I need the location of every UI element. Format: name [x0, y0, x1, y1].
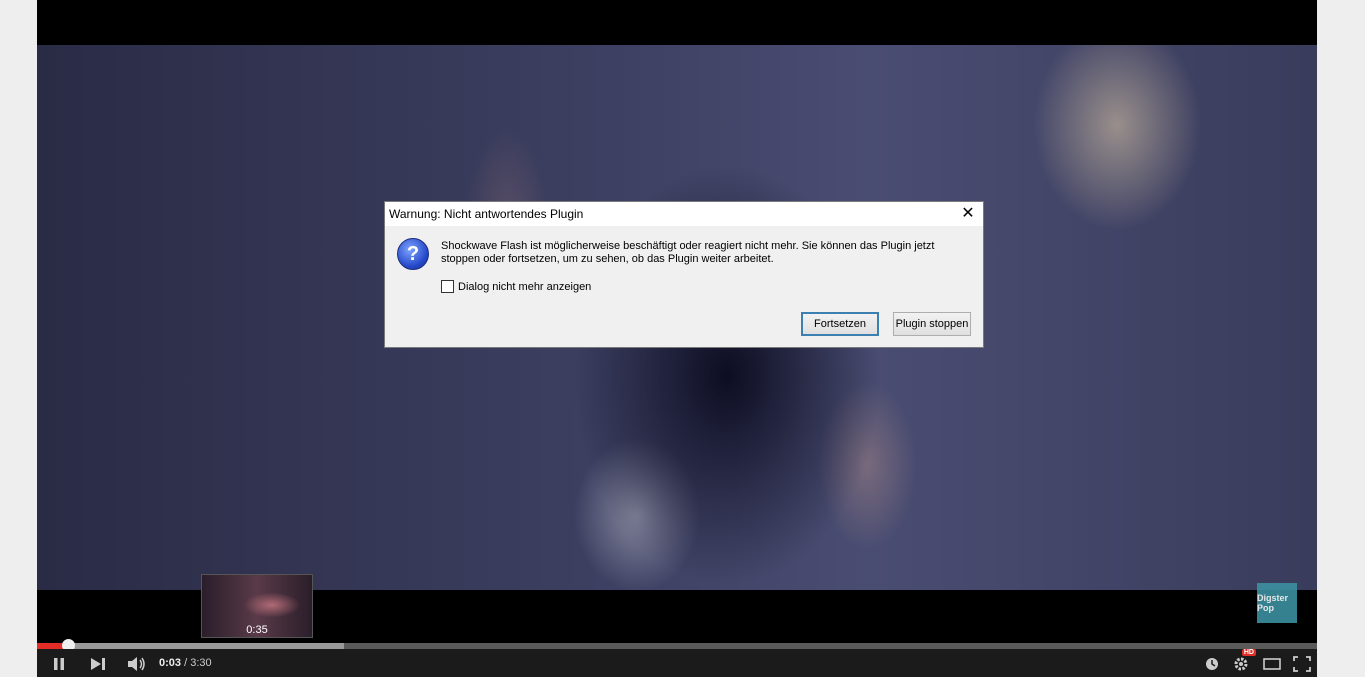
watch-later-icon: [1206, 658, 1218, 670]
checkbox-box[interactable]: [441, 280, 454, 293]
close-icon[interactable]: ✕: [959, 205, 977, 223]
theater-mode-icon: [1263, 658, 1281, 670]
stop-plugin-button[interactable]: Plugin stoppen: [893, 312, 971, 336]
continue-button[interactable]: Fortsetzen: [801, 312, 879, 336]
next-icon: [91, 658, 105, 670]
seek-preview-thumbnail: 0:35: [201, 574, 313, 638]
question-icon: ?: [397, 238, 429, 270]
watch-later-button[interactable]: [1202, 653, 1222, 675]
current-time: 0:03: [159, 657, 182, 669]
volume-icon: [128, 657, 145, 671]
dialog-title: Warnung: Nicht antwortendes Plugin: [389, 207, 584, 221]
checkbox-label: Dialog nicht mehr anzeigen: [458, 280, 592, 293]
channel-watermark[interactable]: Digster Pop: [1257, 583, 1297, 623]
gear-icon: [1234, 657, 1248, 671]
unresponsive-plugin-dialog: Warnung: Nicht antwortendes Plugin ✕ ? S…: [384, 201, 984, 348]
dialog-message: Shockwave Flash ist möglicherweise besch…: [441, 240, 935, 265]
theater-mode-button[interactable]: [1261, 653, 1283, 675]
mute-button[interactable]: [126, 653, 148, 675]
dialog-titlebar: Warnung: Nicht antwortendes Plugin ✕: [385, 202, 983, 226]
settings-button[interactable]: HD: [1231, 649, 1256, 675]
time-separator: /: [181, 657, 191, 669]
time-display: 0:03 / 3:30: [159, 657, 212, 669]
fullscreen-button[interactable]: [1291, 653, 1313, 675]
next-button[interactable]: [87, 653, 109, 675]
fullscreen-icon: [1293, 656, 1311, 672]
hd-badge: HD: [1241, 649, 1256, 656]
play-pause-button[interactable]: [49, 653, 69, 675]
dont-show-again-checkbox[interactable]: Dialog nicht mehr anzeigen: [441, 280, 591, 293]
pause-icon: [54, 658, 64, 670]
player-controls: 0:03 / 3:30 HD: [37, 649, 1317, 677]
watermark-text: Digster Pop: [1257, 593, 1289, 613]
duration: 3:30: [190, 657, 212, 669]
seek-preview-time: 0:35: [246, 624, 268, 636]
